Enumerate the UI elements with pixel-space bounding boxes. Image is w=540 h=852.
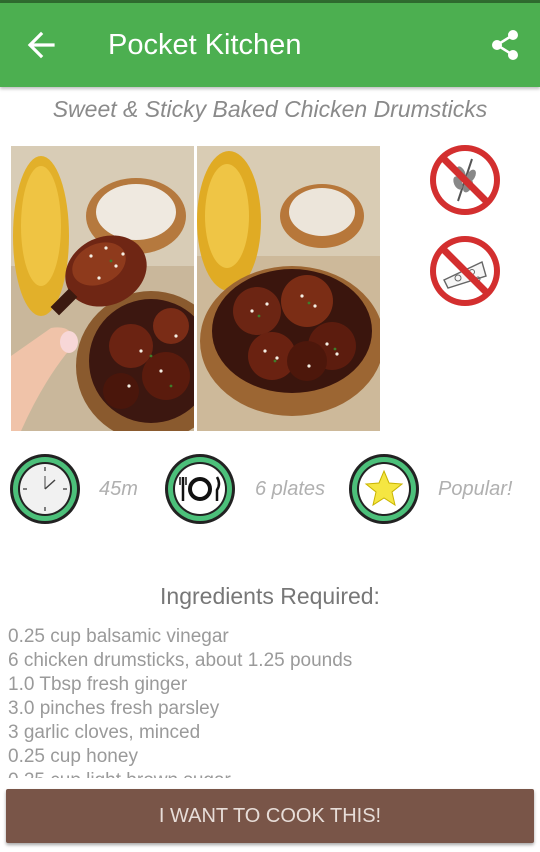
ingredient-item: 0.25 cup honey <box>8 746 138 767</box>
ingredient-item: 0.25 cup balsamic vinegar <box>8 626 229 647</box>
ingredient-item: 3 garlic cloves, minced <box>8 722 201 743</box>
no-gluten-icon <box>428 143 502 217</box>
chicken-drumsticks-bowl-photo <box>197 146 380 431</box>
servings-label: 6 plates <box>255 478 325 500</box>
cook-time-label: 45m <box>99 478 138 500</box>
no-dairy-icon <box>428 234 502 308</box>
ingredient-item: 0.25 cup light brown sugar <box>8 769 528 778</box>
cook-this-button[interactable]: I WANT TO COOK THIS! <box>6 789 534 843</box>
clock-icon <box>8 452 82 526</box>
ingredient-item: 6 chicken drumsticks, about 1.25 pounds <box>8 650 353 671</box>
ingredient-item: 3.0 pinches fresh parsley <box>8 698 220 719</box>
ingredients-header: Ingredients Required: <box>160 583 380 609</box>
arrow-back-icon[interactable] <box>26 27 58 63</box>
ingredients-list[interactable]: 0.25 cup balsamic vinegar 6 chicken drum… <box>8 625 528 778</box>
chicken-drumstick-held-photo <box>11 146 194 431</box>
recipe-title: Sweet & Sticky Baked Chicken Drumsticks <box>52 96 488 122</box>
plate-icon <box>163 452 237 526</box>
popularity-label: Popular! <box>438 478 513 500</box>
app-bar: Pocket Kitchen <box>0 3 540 87</box>
star-icon <box>347 452 421 526</box>
ingredient-item: 1.0 Tbsp fresh ginger <box>8 674 188 695</box>
app-title: Pocket Kitchen <box>108 29 302 61</box>
share-icon[interactable] <box>488 27 522 63</box>
